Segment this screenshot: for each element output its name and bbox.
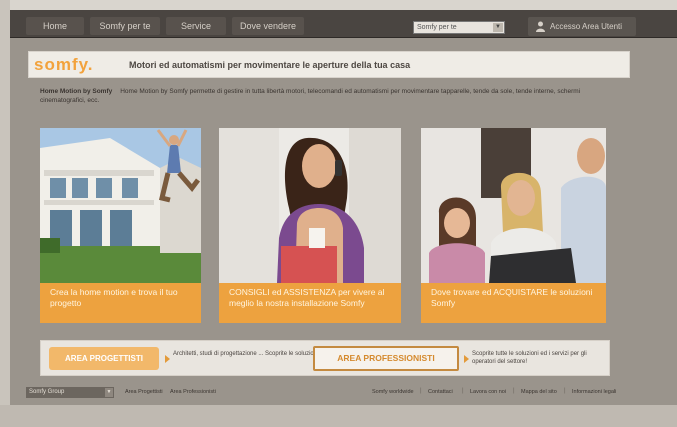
nav-item-dove-vendere[interactable]: Dove vendere (232, 17, 304, 35)
house-photo (40, 128, 201, 283)
intro-paragraph: Home Motion by Somfy Home Motion by Somfy… (40, 87, 595, 105)
header-banner: somfy. Motori ed automatismi per movimen… (28, 51, 630, 78)
footer-link-worldwide[interactable]: Somfy worldwide (372, 389, 414, 395)
woman-phone-illustration (219, 128, 401, 283)
card-caption[interactable]: Dove trovare ed ACQUISTARE le soluzioni … (421, 283, 606, 323)
footer-link-contact[interactable]: Contattaci (428, 389, 453, 395)
user-icon (536, 21, 545, 32)
footer-link-professionals[interactable]: Area Professionisti (170, 389, 216, 395)
arrow-right-icon (165, 355, 170, 363)
footer-link-sitemap[interactable]: Mappa del sito (521, 389, 557, 395)
nav-item-home[interactable]: Home (26, 17, 84, 35)
footer-link-legal[interactable]: Informazioni legali (572, 389, 616, 395)
login-button[interactable]: Accesso Area Utenti (528, 17, 636, 36)
card-caption[interactable]: Crea la home motion e trova il tuo proge… (40, 283, 201, 323)
screen-bezel-top (0, 0, 677, 10)
family-laptop-illustration (421, 128, 606, 283)
woman-phone-photo (219, 128, 401, 283)
somfy-logo[interactable]: somfy. (34, 55, 94, 75)
footer-separator: | (564, 388, 566, 394)
card-support[interactable]: CONSIGLI ed ASSISTENZA per vivere al meg… (219, 128, 401, 328)
footer-separator: | (513, 388, 515, 394)
footer-link-projects[interactable]: Area Progettisti (125, 389, 163, 395)
screen-bezel-bottom (0, 405, 677, 427)
screen-bezel-left (0, 0, 10, 427)
professionals-description: Scoprite tutte le soluzioni ed i servizi… (472, 351, 587, 365)
area-professionals-button[interactable]: AREA PROFESSIONISTI (313, 346, 459, 371)
nav-item-somfy-per-te[interactable]: Somfy per te (90, 17, 160, 35)
profile-select[interactable]: Somfy per te ▼ (413, 21, 505, 34)
footer: Somfy Group ▼ Area Progettisti Area Prof… (10, 384, 677, 402)
house-illustration (40, 128, 201, 283)
cta-bar: AREA PROGETTISTI Architetti, studi di pr… (40, 340, 610, 376)
family-laptop-photo (421, 128, 606, 283)
footer-link-jobs[interactable]: Lavora con noi (470, 389, 506, 395)
footer-separator: | (420, 388, 422, 394)
top-navigation: Home Somfy per te Service Dove vendere S… (10, 10, 677, 38)
card-buy[interactable]: Dove trovare ed ACQUISTARE le soluzioni … (421, 128, 606, 328)
intro-lead: Home Motion by Somfy (40, 88, 113, 95)
arrow-right-icon (464, 355, 469, 363)
footer-separator: | (462, 388, 464, 394)
card-projects[interactable]: Crea la home motion e trova il tuo proge… (40, 128, 201, 328)
profile-select-value: Somfy per te (417, 24, 457, 31)
nav-item-service[interactable]: Service (166, 17, 226, 35)
chevron-down-icon: ▼ (105, 388, 113, 397)
login-label: Accesso Area Utenti (550, 22, 623, 31)
chevron-down-icon: ▼ (493, 23, 503, 32)
group-select-value: Somfy Group (29, 389, 65, 395)
card-caption[interactable]: CONSIGLI ed ASSISTENZA per vivere al meg… (219, 283, 401, 323)
area-projects-button[interactable]: AREA PROGETTISTI (49, 347, 159, 370)
group-select[interactable]: Somfy Group ▼ (26, 387, 114, 398)
banner-title: Motori ed automatismi per movimentare le… (129, 60, 411, 70)
intro-body: Home Motion by Somfy permette di gestire… (40, 88, 581, 104)
